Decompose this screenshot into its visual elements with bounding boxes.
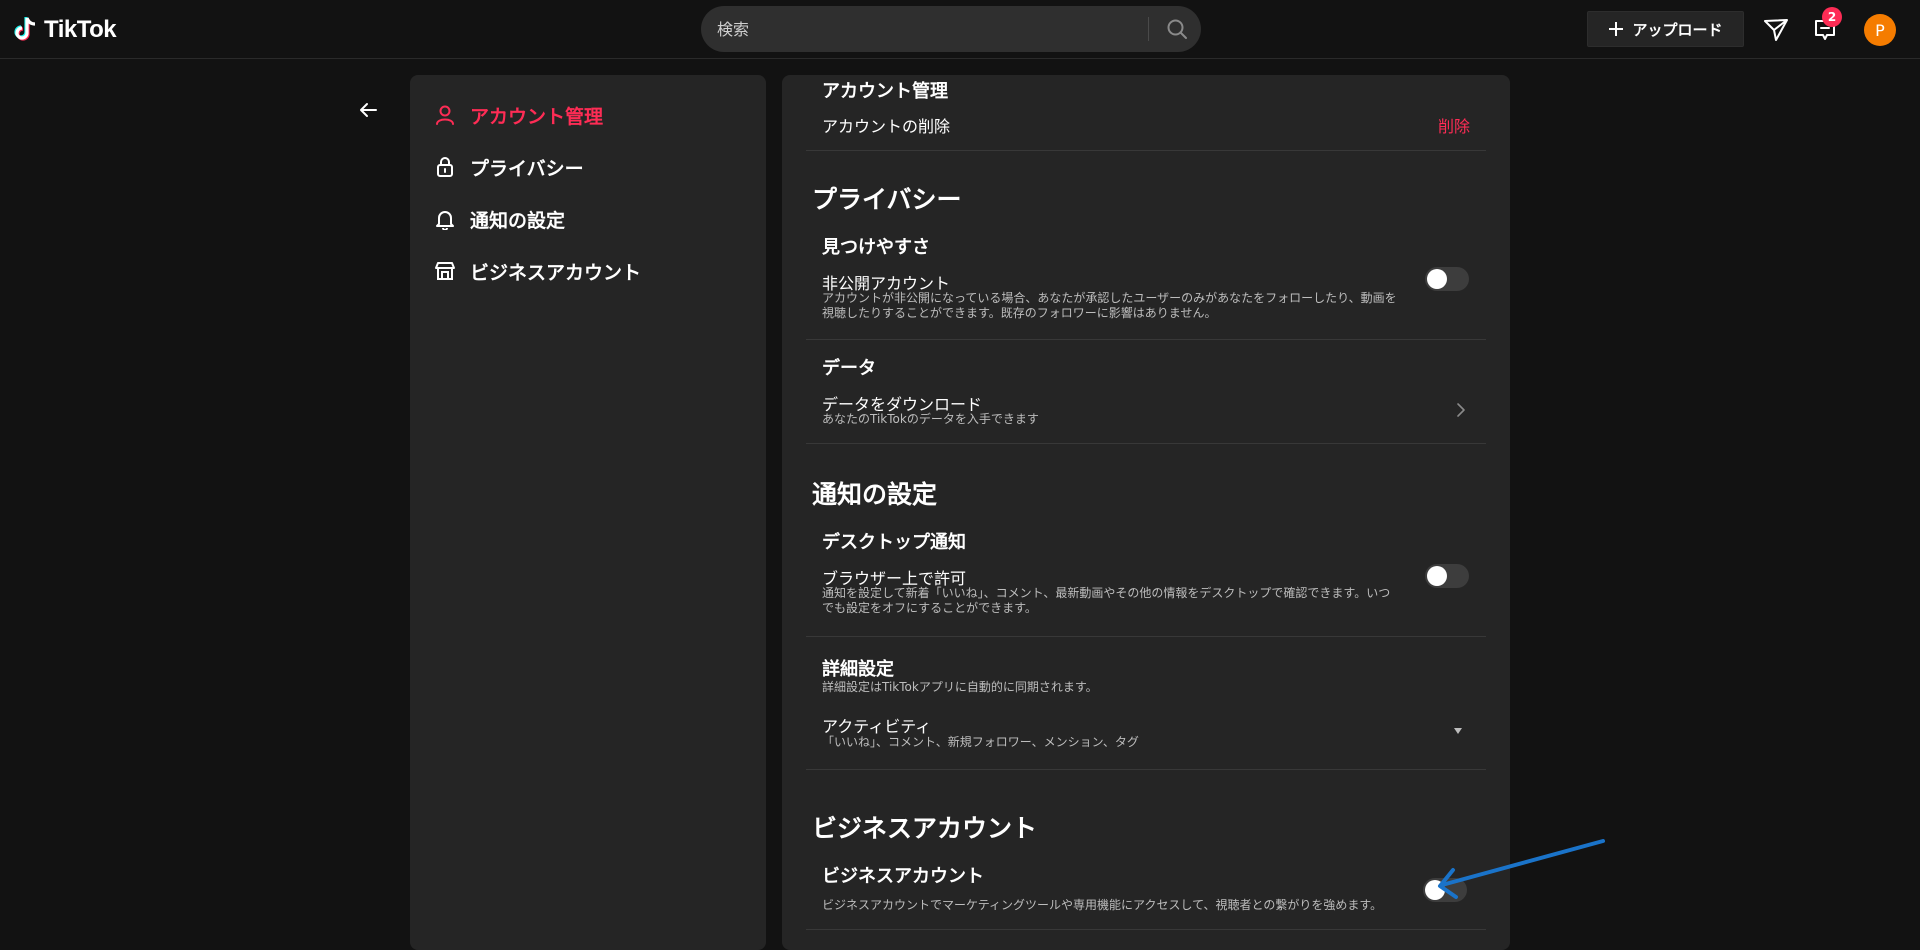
desktop-notifications-title: デスクトップ通知: [822, 532, 966, 553]
data-section-title: データ: [822, 358, 876, 379]
toggle-knob: [1427, 566, 1447, 586]
divider: [806, 150, 1486, 151]
search-button[interactable]: [1152, 6, 1201, 52]
search-input[interactable]: [717, 6, 1137, 52]
privacy-section-title: プライバシー: [812, 185, 962, 214]
user-icon: [434, 104, 456, 126]
sidebar-item-privacy[interactable]: プライバシー: [434, 152, 584, 182]
inbox-badge: 2: [1822, 7, 1842, 27]
tiktok-logo[interactable]: TikTok: [14, 12, 117, 48]
top-navbar: TikTok アップロード 2 P: [0, 0, 1920, 59]
business-account-title: ビジネスアカウント: [822, 866, 984, 887]
back-button[interactable]: [354, 96, 382, 124]
download-data-description: あなたのTikTokのデータを入手できます: [822, 412, 1039, 426]
sidebar-item-account[interactable]: アカウント管理: [434, 100, 603, 130]
private-account-description: アカウントが非公開になっている場合、あなたが承認したユーザーのみがあなたをフォロ…: [822, 291, 1397, 320]
divider: [806, 339, 1486, 340]
search-icon: [1167, 19, 1187, 39]
divider: [806, 769, 1486, 770]
delete-account-button[interactable]: 削除: [1438, 113, 1470, 137]
shop-icon: [434, 260, 456, 282]
sidebar-item-business[interactable]: ビジネスアカウント: [434, 256, 641, 286]
sidebar-item-notifications[interactable]: 通知の設定: [434, 204, 565, 234]
divider: [806, 443, 1486, 444]
paper-plane-icon: [1764, 19, 1788, 41]
sidebar-item-label: ビジネスアカウント: [470, 261, 642, 284]
toggle-knob: [1427, 269, 1447, 289]
detail-settings-title: 詳細設定: [822, 659, 894, 680]
settings-sidebar: アカウント管理 プライバシー 通知の設定 ビジネスアカウント: [410, 75, 766, 950]
browser-notifications-toggle[interactable]: [1425, 564, 1469, 588]
lock-icon: [434, 156, 456, 178]
business-account-toggle[interactable]: [1423, 878, 1467, 902]
search-divider: [1148, 17, 1149, 41]
notifications-section-title: 通知の設定: [812, 480, 938, 509]
logo-text: TikTok: [44, 16, 117, 43]
messages-button[interactable]: [1762, 16, 1790, 44]
divider: [806, 929, 1486, 930]
sidebar-item-label: 通知の設定: [470, 209, 566, 232]
discoverability-title: 見つけやすさ: [822, 237, 930, 258]
activity-label[interactable]: アクティビティ: [822, 713, 931, 737]
sidebar-item-label: アカウント管理: [470, 105, 604, 128]
account-section-title: アカウント管理: [822, 81, 948, 102]
activity-description: 「いいね」、コメント、新規フォロワー、メンション、タグ: [822, 735, 1139, 749]
private-account-toggle[interactable]: [1425, 267, 1469, 291]
search-bar: [701, 6, 1201, 52]
avatar[interactable]: P: [1864, 14, 1896, 46]
toggle-knob: [1425, 880, 1445, 900]
sidebar-item-label: プライバシー: [470, 157, 584, 180]
upload-button[interactable]: アップロード: [1587, 11, 1744, 47]
business-section-title: ビジネスアカウント: [812, 814, 1038, 843]
detail-settings-description: 詳細設定はTikTokアプリに自動的に同期されます。: [822, 680, 1098, 694]
arrow-left-icon: [360, 103, 377, 117]
divider: [806, 636, 1486, 637]
browser-allow-description: 通知を設定して新着「いいね」、コメント、最新動画やその他の情報をデスクトップで確…: [822, 586, 1391, 615]
caret-down-icon[interactable]: [1453, 727, 1463, 735]
settings-panel: アカウント管理 アカウントの削除 削除 プライバシー 見つけやすさ 非公開アカウ…: [782, 75, 1510, 950]
delete-account-label: アカウントの削除: [822, 117, 951, 136]
chevron-right-icon[interactable]: [1456, 402, 1466, 418]
business-account-description: ビジネスアカウントでマーケティングツールや専用機能にアクセスして、視聴者との繋が…: [822, 898, 1383, 912]
bell-icon: [434, 208, 456, 230]
upload-label: アップロード: [1632, 20, 1723, 39]
tiktok-note-icon: [14, 17, 36, 41]
plus-icon: [1609, 22, 1624, 36]
